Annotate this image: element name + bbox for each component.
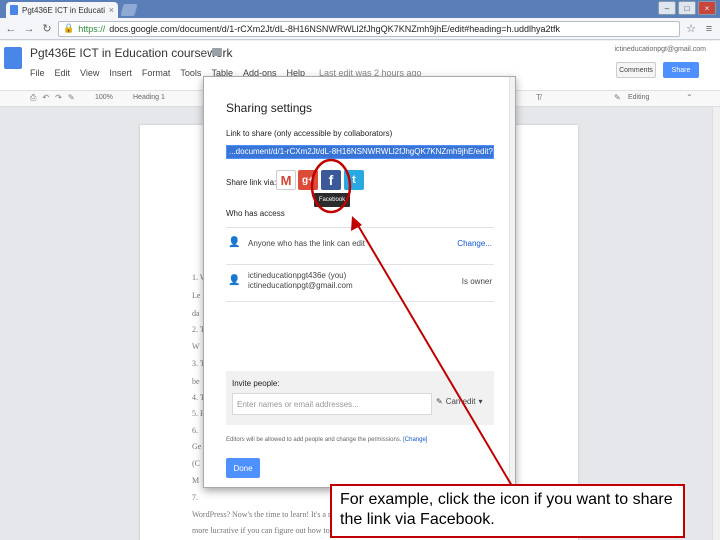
invite-permission-select[interactable]: ✎ Can edit ▾ [436, 397, 483, 406]
new-tab-button[interactable] [120, 4, 138, 16]
divider [226, 264, 494, 265]
address-bar[interactable]: 🔒 https://docs.google.com/document/d/1-r… [58, 20, 680, 37]
gmail-icon[interactable]: M [276, 170, 296, 190]
bookmark-star-icon[interactable]: ☆ [684, 22, 698, 36]
menu-insert[interactable]: Insert [109, 68, 132, 78]
url-scheme: https:// [78, 23, 106, 34]
forward-icon[interactable]: → [22, 22, 36, 36]
divider [226, 227, 494, 228]
menu-file[interactable]: File [30, 68, 45, 78]
twitter-icon[interactable]: t [344, 170, 364, 190]
menu-tools[interactable]: Tools [180, 68, 201, 78]
dialog-title: Sharing settings [226, 101, 313, 115]
owner-email: ictineducationpgt@gmail.com [248, 281, 353, 290]
doc-line: M [192, 476, 200, 485]
maximize-button[interactable]: □ [678, 1, 696, 15]
person-icon: 👤 [228, 237, 241, 248]
owner-status: Is owner [461, 277, 492, 286]
pencil-icon: ✎ [436, 397, 443, 406]
access-row: 👤 Anyone who has the link can edit Chang… [226, 229, 494, 259]
menu-icon[interactable]: ≡ [702, 22, 716, 36]
url-text: docs.google.com/document/d/1-rCXm2Jt/dL-… [109, 23, 561, 34]
window-controls: – □ × [658, 1, 716, 15]
print-icon[interactable]: ⎙ [30, 93, 36, 103]
paint-format-icon[interactable]: ✎ [68, 93, 75, 103]
tab-title: Pgt436E ICT in Education [22, 5, 105, 15]
doc-line: 6. [192, 426, 198, 435]
menu-view[interactable]: View [80, 68, 99, 78]
browser-tab-bar: Pgt436E ICT in Education × – □ × [0, 0, 720, 18]
doc-line: more lucrative if you can figure out how… [192, 526, 349, 535]
clear-formatting-icon[interactable]: T̸ [536, 93, 541, 102]
doc-line: 7. [192, 493, 198, 502]
undo-icon[interactable]: ↶ [42, 93, 49, 103]
share-via-label: Share link via: [226, 178, 277, 187]
close-window-button[interactable]: × [698, 1, 716, 15]
who-has-access-label: Who has access [226, 209, 285, 218]
docs-favicon-icon [10, 5, 18, 15]
access-who: Anyone who has the link can edit [248, 239, 365, 248]
editors-note-text: Editors will be allowed to add people an… [226, 437, 402, 443]
invite-people-section: Invite people: Enter names or email addr… [226, 371, 494, 425]
menu-edit[interactable]: Edit [55, 68, 71, 78]
google-plus-icon[interactable]: g+ [298, 170, 318, 190]
person-icon: 👤 [228, 275, 241, 286]
style-select[interactable]: Heading 1 [133, 94, 165, 101]
lock-icon: 🔒 [63, 23, 75, 33]
annotation-callout: For example, click the icon if you want … [330, 484, 685, 538]
reload-icon[interactable]: ↻ [40, 22, 54, 36]
comments-button[interactable]: Comments [616, 62, 656, 78]
access-who: ictineducationpgt436e (you) ictineducati… [248, 271, 353, 291]
page-scrollbar[interactable] [712, 107, 720, 540]
invite-permission-label: Can edit [445, 397, 476, 406]
docs-logo-icon[interactable] [4, 47, 22, 69]
format-icons: ⎙ ↶ ↷ ✎ [30, 93, 75, 103]
menu-format[interactable]: Format [142, 68, 171, 78]
account-email[interactable]: ictineducationpgt@gmail.com [614, 46, 706, 53]
doc-line: W [192, 342, 200, 351]
folder-icon[interactable] [212, 48, 222, 56]
star-icon[interactable]: ☆ [198, 47, 208, 60]
facebook-icon[interactable]: f [321, 170, 341, 190]
doc-line: Ge [192, 442, 202, 451]
divider [226, 301, 494, 302]
chevron-down-icon: ▾ [478, 397, 483, 406]
editors-change-link[interactable]: [Change] [403, 437, 427, 443]
close-tab-icon[interactable]: × [109, 5, 114, 15]
minimize-button[interactable]: – [658, 1, 676, 15]
zoom-select[interactable]: 100% [95, 94, 113, 101]
access-row: 👤 ictineducationpgt436e (you) ictineduca… [226, 267, 494, 297]
dialog-scrollbar[interactable] [509, 77, 515, 489]
done-button[interactable]: Done [226, 458, 260, 478]
pencil-icon[interactable]: ✎ [614, 93, 621, 102]
back-icon[interactable]: ← [4, 22, 18, 36]
browser-tab[interactable]: Pgt436E ICT in Education × [6, 2, 118, 18]
invite-label: Invite people: [232, 379, 280, 388]
invite-input[interactable]: Enter names or email addresses... [232, 393, 432, 415]
doc-line: (C [192, 459, 200, 468]
redo-icon[interactable]: ↷ [55, 93, 62, 103]
doc-line: be [192, 377, 200, 386]
share-button[interactable]: Share [663, 62, 699, 78]
mode-select[interactable]: Editing [628, 94, 649, 101]
browser-toolbar: ← → ↻ 🔒 https://docs.google.com/document… [0, 18, 720, 40]
collapse-menu-icon[interactable]: ⌃ [686, 93, 693, 102]
owner-name: ictineducationpgt436e (you) [248, 271, 347, 280]
facebook-tooltip: Facebook [314, 193, 350, 207]
share-link-field[interactable]: ...document/d/1-rCXm2Jt/dL-8H16NSNWRWLl2… [226, 145, 494, 159]
sharing-settings-dialog: Sharing settings Link to share (only acc… [203, 76, 516, 489]
doc-line: Le [192, 291, 201, 300]
change-access-link[interactable]: Change... [457, 239, 492, 248]
doc-line: da [192, 309, 200, 318]
link-label: Link to share (only accessible by collab… [226, 129, 393, 138]
editors-note: Editors will be allowed to add people an… [226, 437, 427, 443]
